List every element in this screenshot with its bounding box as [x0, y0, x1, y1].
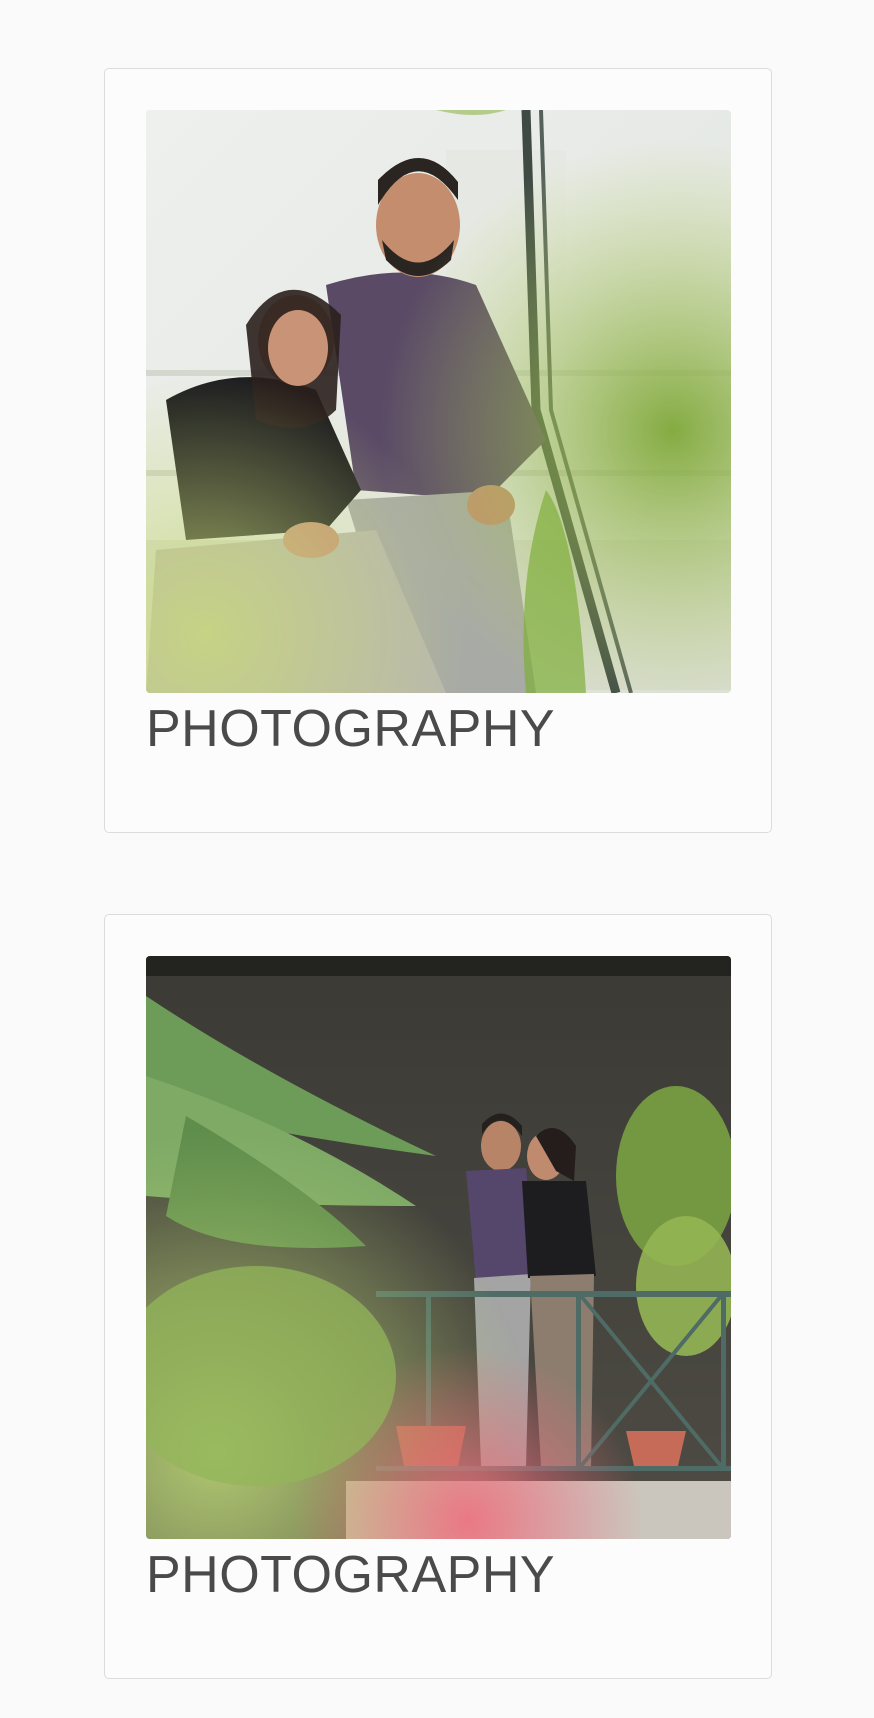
service-title[interactable]: PHOTOGRAPHY: [146, 699, 555, 759]
couple-stairs-image: [146, 110, 731, 693]
page: PHOTOGRAPHY PHOTOGRAPHY: [0, 0, 874, 1718]
service-photo[interactable]: [146, 956, 731, 1539]
couple-balcony-image: [146, 956, 731, 1539]
service-card[interactable]: PHOTOGRAPHY: [104, 914, 772, 1679]
service-photo[interactable]: [146, 110, 731, 693]
service-card[interactable]: PHOTOGRAPHY: [104, 68, 772, 833]
service-title[interactable]: PHOTOGRAPHY: [146, 1545, 555, 1605]
